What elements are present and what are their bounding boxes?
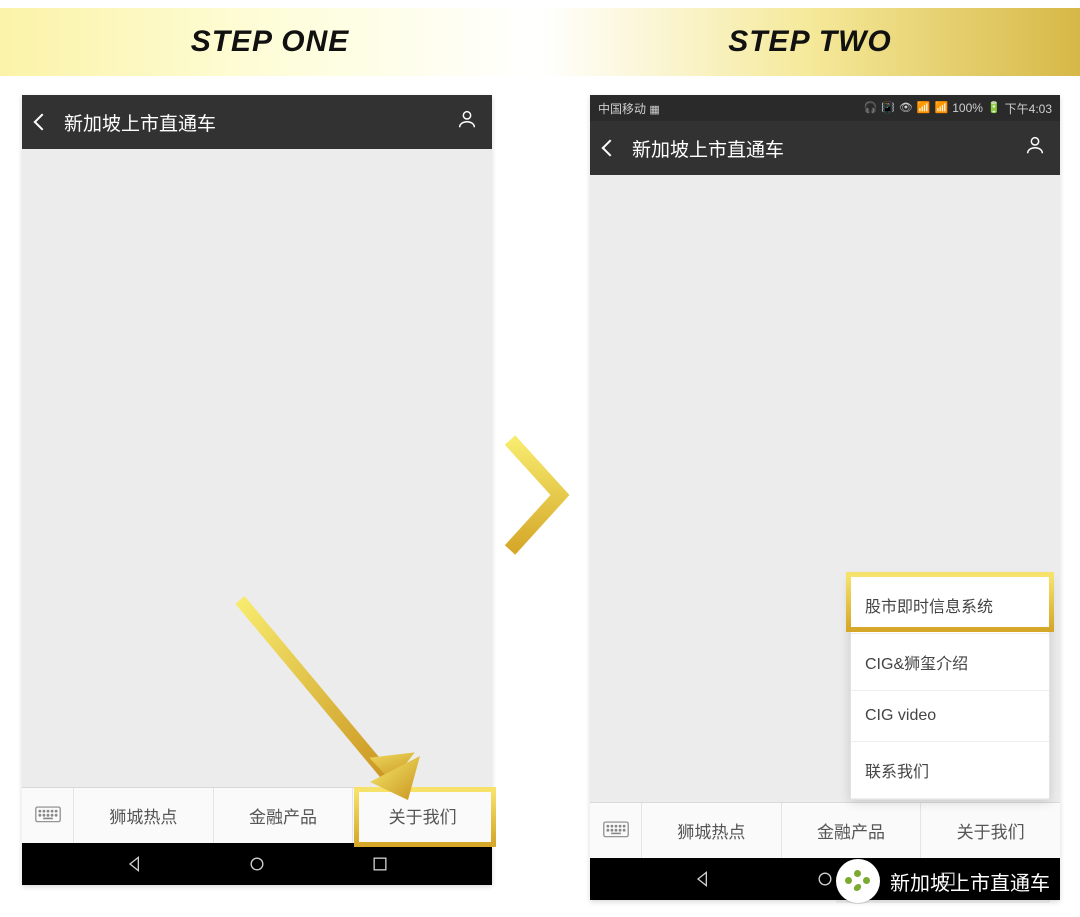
submenu-label: 联系我们 xyxy=(865,764,929,781)
tab-lioncity-hot[interactable]: 狮城热点 xyxy=(74,788,214,843)
tab-label: 金融产品 xyxy=(817,818,885,843)
page-title: 新加坡上市直通车 xyxy=(632,135,784,162)
submenu-label: CIG video xyxy=(865,707,936,724)
title-bar: 新加坡上市直通车 xyxy=(590,121,1060,175)
tab-label: 狮城热点 xyxy=(109,803,177,828)
nav-back-icon[interactable] xyxy=(693,869,713,889)
back-icon[interactable] xyxy=(602,140,619,157)
android-status-bar: 中国移动 ▦ 🎧 📳 👁 📶 📶 100% 🔋 下午4:03 xyxy=(590,95,1060,121)
step-one-label: STEP ONE xyxy=(0,8,540,76)
keyboard-toggle-icon[interactable] xyxy=(22,788,74,843)
step-arrow-icon xyxy=(500,430,580,565)
nav-home-icon[interactable] xyxy=(815,869,835,889)
step-two-label: STEP TWO xyxy=(540,8,1080,76)
profile-icon[interactable] xyxy=(456,108,478,136)
title-bar: 新加坡上市直通车 xyxy=(22,95,492,149)
submenu-contact-us[interactable]: 联系我们 xyxy=(851,742,1049,799)
signal-icon: 📶 xyxy=(935,103,949,114)
android-nav-bar xyxy=(22,843,492,885)
nav-back-icon[interactable] xyxy=(125,854,145,874)
nav-home-icon[interactable] xyxy=(247,854,267,874)
wechat-watermark: 新加坡上市直通车 xyxy=(836,859,1050,903)
battery-label: 100% xyxy=(952,101,983,115)
submenu-label: CIG&狮玺介绍 xyxy=(865,656,968,673)
about-us-submenu: 股市即时信息系统 CIG&狮玺介绍 CIG video 联系我们 xyxy=(850,576,1050,800)
phone-step-two: 中国移动 ▦ 🎧 📳 👁 📶 📶 100% 🔋 下午4:03 新加坡上市直通车 xyxy=(590,95,1060,900)
profile-icon[interactable] xyxy=(1024,134,1046,162)
step-header: STEP ONE STEP TWO xyxy=(0,8,1080,76)
carrier-label: 中国移动 xyxy=(598,102,646,116)
page-title: 新加坡上市直通车 xyxy=(64,109,216,136)
tab-label: 关于我们 xyxy=(957,818,1025,843)
nav-recent-icon[interactable] xyxy=(370,854,390,874)
vibrate-icon: 📳 xyxy=(881,103,895,114)
back-icon[interactable] xyxy=(34,114,51,131)
wechat-logo-icon xyxy=(836,859,880,903)
keyboard-toggle-icon[interactable] xyxy=(590,803,642,858)
submenu-cig-intro[interactable]: CIG&狮玺介绍 xyxy=(851,634,1049,691)
eye-icon: 👁 xyxy=(899,103,913,114)
tab-lioncity-hot[interactable]: 狮城热点 xyxy=(642,803,782,858)
pointer-arrow-icon xyxy=(220,590,440,835)
watermark-text: 新加坡上市直通车 xyxy=(890,867,1050,896)
tab-about-us[interactable]: 关于我们 xyxy=(921,803,1060,858)
headphone-icon: 🎧 xyxy=(863,103,877,114)
submenu-stock-info[interactable]: 股市即时信息系统 xyxy=(851,577,1049,634)
submenu-label: 股市即时信息系统 xyxy=(865,599,993,616)
bottom-tab-bar: 狮城热点 金融产品 关于我们 xyxy=(590,802,1060,858)
battery-icon: 🔋 xyxy=(987,103,1001,114)
tab-label: 狮城热点 xyxy=(677,818,745,843)
tab-financial-products[interactable]: 金融产品 xyxy=(782,803,922,858)
submenu-cig-video[interactable]: CIG video xyxy=(851,691,1049,742)
time-label: 下午4:03 xyxy=(1005,100,1052,117)
sim-icon: ▦ xyxy=(649,104,659,116)
wifi-icon: 📶 xyxy=(917,103,931,114)
